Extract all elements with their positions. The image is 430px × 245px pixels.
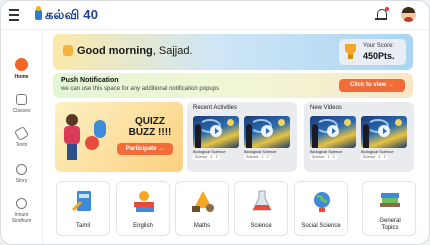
app-frame: கல்வி 40 Home Classes Tests Story Innum … [0, 0, 430, 245]
sidebar-item-story[interactable]: Story [1, 164, 42, 184]
tests-icon [13, 125, 30, 142]
books-stack-icon [380, 193, 400, 207]
user-name: , Sajjad. [152, 45, 193, 57]
subject-card-general-topics[interactable]: General Topics [362, 181, 416, 236]
score-card: Your Score: 450Pts. [339, 39, 406, 65]
new-videos-panel: New Videos Biological Science Science · … [304, 102, 414, 172]
notification-dot [385, 7, 389, 11]
sidebar-item-label: Home [14, 74, 29, 80]
video-subject: Biological Science [361, 149, 394, 154]
subject-label: Maths [193, 223, 211, 229]
quiz-title-line1: QUIZZ [135, 116, 165, 127]
activity-thumbnail[interactable] [193, 116, 239, 148]
sidebar-item-innum-sindhum[interactable]: Innum Sindhum [1, 198, 42, 224]
app-logo[interactable]: கல்வி 40 [45, 7, 98, 24]
click-to-view-button[interactable]: Click to view → [339, 79, 405, 92]
greeting-text: Good morning, Sajjad. [77, 45, 193, 57]
video-tag: Science · 1 · 2 [310, 155, 337, 160]
video-thumbnail[interactable] [310, 116, 356, 148]
waving-hand-icon [63, 45, 73, 56]
innum-sindhum-icon [16, 198, 27, 209]
globe-icon [314, 192, 330, 212]
avatar[interactable] [401, 7, 416, 22]
score-value: 450Pts. [363, 51, 395, 61]
subject-label: English [133, 223, 153, 229]
subject-card-social-science[interactable]: Social Science [294, 181, 348, 236]
subject-label: Science [250, 223, 272, 229]
sidebar-item-label: Classes [12, 108, 31, 114]
story-icon [16, 164, 27, 175]
play-icon[interactable] [327, 125, 339, 137]
play-icon[interactable] [378, 125, 390, 137]
english-books-icon [134, 191, 154, 212]
video-subject: Biological Science [310, 149, 343, 154]
science-flask-icon [252, 190, 272, 211]
recent-activities-title: Recent Activities [193, 105, 238, 111]
subject-card-maths[interactable]: Maths [175, 181, 229, 236]
play-icon[interactable] [210, 125, 222, 137]
score-label: Your Score: [363, 43, 395, 49]
sidebar-item-home[interactable]: Home [1, 58, 42, 80]
activity-subject: Biological Science [193, 149, 226, 154]
question-mark-illustration [85, 114, 109, 154]
subject-card-science[interactable]: Science [234, 181, 288, 236]
sidebar-item-classes[interactable]: Classes [1, 94, 42, 114]
play-icon[interactable] [261, 125, 273, 137]
logo-mascot-icon [35, 6, 42, 20]
sidebar-item-label: Story [15, 178, 28, 184]
subject-card-tamil[interactable]: Tamil [56, 181, 110, 236]
subject-label: General Topics [379, 218, 401, 231]
quiz-title: QUIZZ BUZZ !!!! [121, 116, 179, 138]
top-bar: கல்வி 40 [1, 1, 429, 30]
notification-subtitle: we can use this space for any additional… [61, 86, 220, 92]
sidebar: Home Classes Tests Story Innum Sindhum [1, 30, 43, 244]
greeting-banner: Good morning, Sajjad. Your Score: 450Pts… [53, 34, 413, 70]
push-notification-banner: Push Notification we can use this space … [53, 73, 413, 98]
kid-illustration [61, 114, 83, 162]
activity-tag: Science · 1 · 2 [193, 155, 220, 160]
new-videos-title: New Videos [310, 105, 342, 111]
tamil-book-icon [71, 191, 91, 212]
subject-label: Tamil [75, 223, 90, 229]
sidebar-item-label: Tests [15, 142, 28, 148]
home-icon [15, 58, 28, 71]
trophy-icon [345, 44, 356, 59]
recent-activities-panel: Recent Activities Biological Science Sci… [187, 102, 297, 172]
classes-icon [16, 94, 27, 105]
sidebar-item-tests[interactable]: Tests [1, 125, 42, 148]
greeting-message: Good morning [77, 45, 153, 57]
video-tag: Science · 1 · 2 [361, 155, 388, 160]
subject-card-english[interactable]: English [116, 181, 170, 236]
quiz-title-line2: BUZZ !!!! [128, 127, 172, 138]
maths-shapes-icon [192, 191, 214, 212]
sidebar-item-label: Innum Sindhum [11, 212, 32, 224]
activity-tag: Science · 1 · 2 [244, 155, 271, 160]
activity-thumbnail[interactable] [244, 116, 290, 148]
notification-title: Push Notification [61, 77, 119, 84]
activity-subject: Biological Science [244, 149, 277, 154]
subject-label: Social Science [301, 223, 341, 229]
menu-icon[interactable] [9, 9, 19, 21]
video-thumbnail[interactable] [361, 116, 407, 148]
quiz-card[interactable]: QUIZZ BUZZ !!!! Participate → [55, 102, 183, 172]
participate-button[interactable]: Participate → [117, 143, 173, 155]
